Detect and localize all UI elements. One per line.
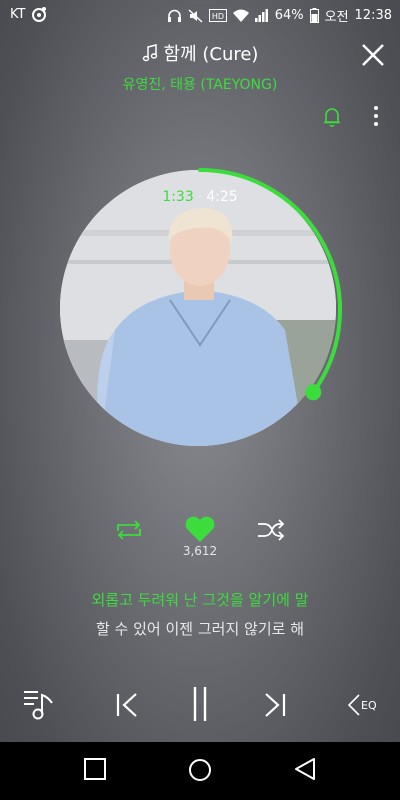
eq-icon — [347, 694, 360, 716]
more-icon[interactable] — [372, 104, 380, 128]
playlist-icon[interactable] — [22, 687, 56, 721]
close-icon[interactable] — [360, 42, 386, 68]
battery-icon — [309, 8, 319, 23]
back-icon[interactable] — [294, 758, 316, 780]
shuffle-icon[interactable] — [256, 518, 286, 542]
playback-controls: EQ — [0, 685, 400, 725]
like-count: 3,612 — [182, 544, 218, 558]
song-title[interactable]: 함께 (Cure) — [164, 40, 259, 66]
navigation-bar — [0, 742, 400, 800]
status-bar: KT HD 64% 오전 12:38 — [0, 0, 400, 28]
music-app-icon — [32, 7, 47, 22]
headphones-icon — [167, 9, 181, 22]
music-note-icon — [142, 44, 157, 62]
total-time: 4:25 — [206, 189, 238, 205]
eq-button[interactable]: EQ — [346, 694, 377, 716]
eq-label: EQ — [361, 698, 377, 712]
home-icon[interactable] — [188, 758, 212, 782]
track-header: 함께 (Cure) 유영진, 태용 (TAEYONG) — [0, 40, 400, 94]
signal-icon — [254, 9, 268, 22]
artist-name[interactable]: 유영진, 태용 (TAEYONG) — [0, 74, 400, 94]
time-period: 오전 — [324, 10, 349, 25]
progress-knob — [305, 384, 322, 401]
heart-icon[interactable] — [184, 515, 216, 543]
time-separator: · — [197, 189, 203, 205]
pause-icon[interactable] — [188, 685, 212, 723]
next-icon[interactable] — [262, 691, 288, 719]
bell-icon[interactable] — [322, 106, 342, 128]
clock: 12:38 — [354, 8, 392, 23]
hd-icon: HD — [208, 9, 227, 22]
carrier-label: KT — [10, 6, 26, 22]
svg-text:HD: HD — [212, 12, 224, 21]
album-art-player: 1:33 · 4:25 — [55, 165, 345, 455]
repeat-icon[interactable] — [114, 518, 144, 542]
lyric-current[interactable]: 외롭고 두려워 난 그것을 알기에 말 — [0, 589, 400, 610]
previous-icon[interactable] — [114, 691, 140, 719]
progress-ring[interactable] — [55, 165, 345, 455]
recent-apps-icon[interactable] — [84, 758, 106, 780]
lyric-next[interactable]: 할 수 있어 이젠 그러지 않기로 해 — [0, 618, 400, 639]
current-time: 1:33 — [162, 189, 194, 205]
song-title-row: 함께 (Cure) — [0, 40, 400, 66]
playback-time: 1:33 · 4:25 — [55, 189, 345, 205]
battery-percent: 64% — [274, 8, 304, 23]
mute-icon — [188, 8, 203, 23]
secondary-controls — [0, 515, 400, 545]
wifi-icon — [232, 9, 249, 22]
